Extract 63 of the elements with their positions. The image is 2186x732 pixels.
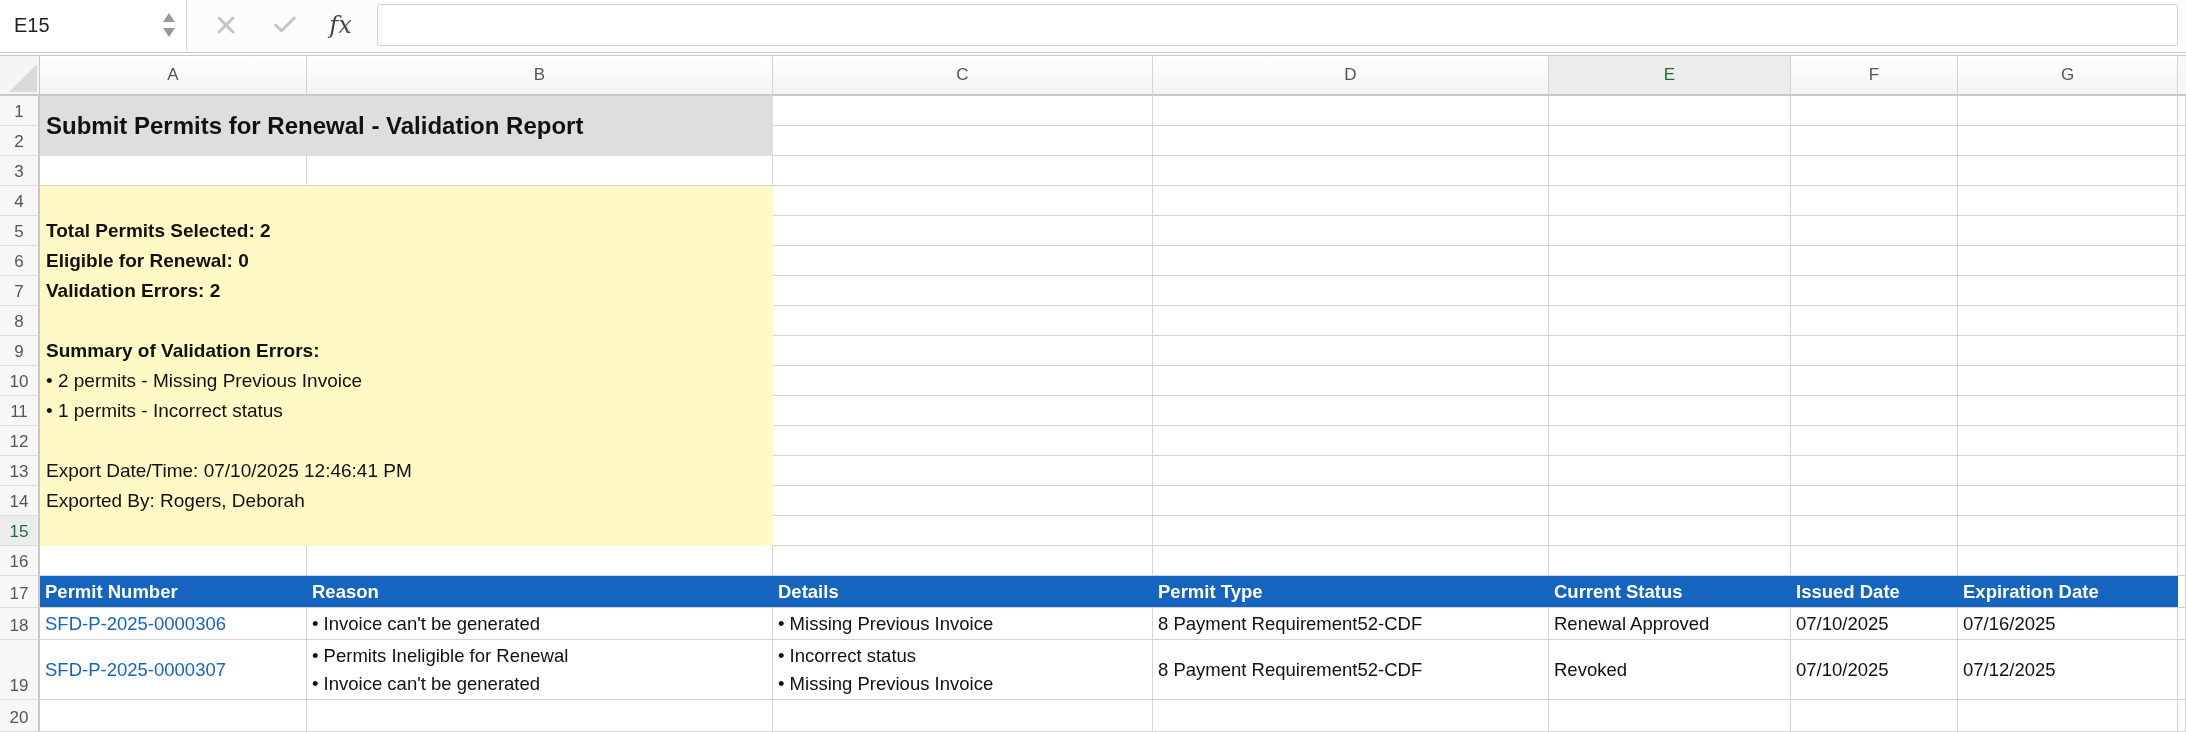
row-header[interactable]: 4: [0, 186, 40, 216]
row-header[interactable]: 5: [0, 216, 40, 246]
detail-item: • Incorrect status: [778, 644, 918, 667]
expiration-date-cell: 07/16/2025: [1958, 608, 2178, 640]
table-header-cell: Expiration Date: [1958, 576, 2178, 608]
formula-input[interactable]: [377, 4, 2178, 46]
row-header[interactable]: 12: [0, 426, 40, 456]
row-header[interactable]: 9: [0, 336, 40, 366]
permit-link[interactable]: SFD-P-2025-0000306: [45, 612, 226, 635]
select-all-icon[interactable]: [7, 62, 39, 94]
table-header-cell: Permit Number: [40, 576, 307, 608]
error-summary-item: • 1 permits - Incorrect status: [46, 399, 284, 423]
summary-stat: Validation Errors: 2: [46, 279, 222, 303]
column-header[interactable]: C: [773, 56, 1153, 96]
export-info: Export Date/Time: 07/10/2025 12:46:41 PM: [46, 459, 413, 483]
detail-item: • Missing Previous Invoice: [778, 672, 995, 695]
summary-stat: Eligible for Renewal: 0: [46, 249, 250, 273]
permit-type-cell: 8 Payment Requirement52-CDF: [1153, 640, 1549, 700]
table-header-cell: Permit Type: [1153, 576, 1549, 608]
row-header[interactable]: 13: [0, 456, 40, 486]
errors-heading: Summary of Validation Errors:: [46, 339, 321, 363]
status-cell: Renewal Approved: [1549, 608, 1791, 640]
column-header[interactable]: A: [40, 56, 307, 96]
row-header[interactable]: 7: [0, 276, 40, 306]
expiration-date-cell: 07/12/2025: [1958, 640, 2178, 700]
table-header-cell: Details: [773, 576, 1153, 608]
row-header[interactable]: 3: [0, 156, 40, 186]
row-header[interactable]: 20: [0, 700, 40, 732]
column-header[interactable]: F: [1791, 56, 1958, 96]
table-header-cell: Issued Date: [1791, 576, 1958, 608]
row-header[interactable]: 19: [0, 640, 40, 700]
permit-type-cell: 8 Payment Requirement52-CDF: [1153, 608, 1549, 640]
permit-link[interactable]: SFD-P-2025-0000307: [45, 658, 226, 681]
row-header[interactable]: 10: [0, 366, 40, 396]
column-header[interactable]: G: [1958, 56, 2178, 96]
export-info: Exported By: Rogers, Deborah: [46, 489, 306, 513]
row-header[interactable]: 18: [0, 608, 40, 640]
error-summary-item: • 2 permits - Missing Previous Invoice: [46, 369, 364, 393]
table-header-cell: Current Status: [1549, 576, 1791, 608]
stepper-icon[interactable]: [162, 11, 176, 39]
row-header[interactable]: 14: [0, 486, 40, 516]
row-header[interactable]: 8: [0, 306, 40, 336]
status-cell: Revoked: [1549, 640, 1791, 700]
row-header[interactable]: 16: [0, 546, 40, 576]
detail-item: • Missing Previous Invoice: [778, 612, 995, 635]
reason-item: • Invoice can't be generated: [312, 612, 542, 635]
issued-date-cell: 07/10/2025: [1791, 608, 1958, 640]
column-header[interactable]: E: [1549, 56, 1791, 96]
issued-date-cell: 07/10/2025: [1791, 640, 1958, 700]
column-header[interactable]: B: [307, 56, 773, 96]
function-button[interactable]: fx: [329, 11, 352, 39]
row-header[interactable]: 15: [0, 516, 40, 546]
reason-item: • Invoice can't be generated: [312, 672, 542, 695]
row-header[interactable]: 2: [0, 126, 40, 156]
summary-stat: Total Permits Selected: 2: [46, 219, 272, 243]
row-header[interactable]: 17: [0, 576, 40, 608]
row-header[interactable]: 6: [0, 246, 40, 276]
row-header[interactable]: 1: [0, 96, 40, 126]
column-header[interactable]: D: [1153, 56, 1549, 96]
table-header-cell: Reason: [307, 576, 773, 608]
report-title: Submit Permits for Renewal - Validation Report: [40, 96, 773, 156]
reason-item: • Permits Ineligible for Renewal: [312, 644, 570, 667]
row-header[interactable]: 11: [0, 396, 40, 426]
